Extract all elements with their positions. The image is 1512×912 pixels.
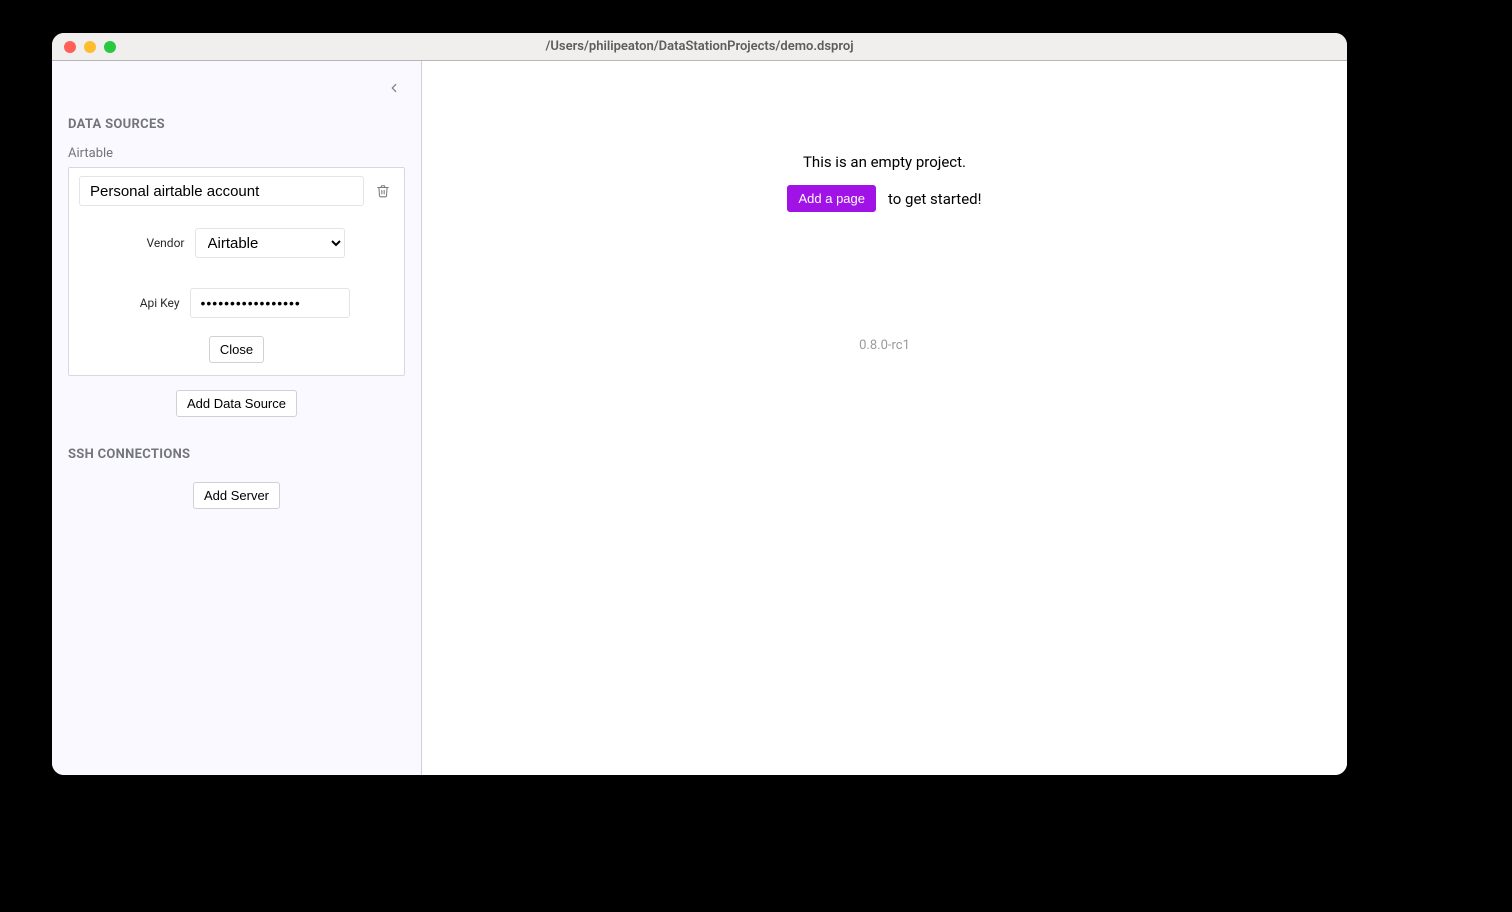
version-label: 0.8.0-rc1 [859, 338, 910, 353]
section-header-data-sources: DATA SOURCES [68, 117, 405, 132]
vendor-select[interactable]: Airtable [195, 228, 345, 258]
data-source-card: Vendor Airtable Api Key Close [68, 167, 405, 376]
main-pane: This is an empty project. Add a page to … [422, 61, 1347, 775]
window-title: /Users/philipeaton/DataStationProjects/d… [52, 39, 1347, 54]
add-page-button[interactable]: Add a page [787, 185, 876, 212]
cta-row: Add a page to get started! [787, 185, 981, 212]
app-window: /Users/philipeaton/DataStationProjects/d… [52, 33, 1347, 775]
trash-icon[interactable] [372, 180, 394, 202]
add-data-source-row: Add Data Source [68, 390, 405, 417]
minimize-window-icon[interactable] [84, 41, 96, 53]
add-server-row: Add Server [68, 482, 405, 509]
close-window-icon[interactable] [64, 41, 76, 53]
api-key-label: Api Key [124, 296, 180, 310]
empty-project-text: This is an empty project. [803, 153, 966, 171]
add-data-source-button[interactable]: Add Data Source [176, 390, 297, 417]
data-source-name-input[interactable] [79, 176, 364, 206]
sidebar-collapse-row [68, 77, 405, 101]
sidebar: DATA SOURCES Airtable Vendor [52, 61, 422, 775]
api-key-input[interactable] [190, 288, 350, 318]
card-header-row [79, 176, 394, 206]
chevron-left-icon[interactable] [383, 81, 405, 98]
content: DATA SOURCES Airtable Vendor [52, 61, 1347, 775]
vendor-label: Vendor [129, 236, 185, 250]
close-row: Close [79, 336, 394, 363]
fullscreen-window-icon[interactable] [104, 41, 116, 53]
titlebar: /Users/philipeaton/DataStationProjects/d… [52, 33, 1347, 61]
add-server-button[interactable]: Add Server [193, 482, 280, 509]
traffic-lights [52, 41, 116, 53]
close-button[interactable]: Close [209, 336, 264, 363]
api-key-row: Api Key [79, 288, 394, 318]
vendor-row: Vendor Airtable [79, 228, 394, 258]
section-header-ssh: SSH CONNECTIONS [68, 447, 405, 462]
group-label-airtable: Airtable [68, 146, 405, 161]
cta-tail-text: to get started! [888, 190, 982, 208]
